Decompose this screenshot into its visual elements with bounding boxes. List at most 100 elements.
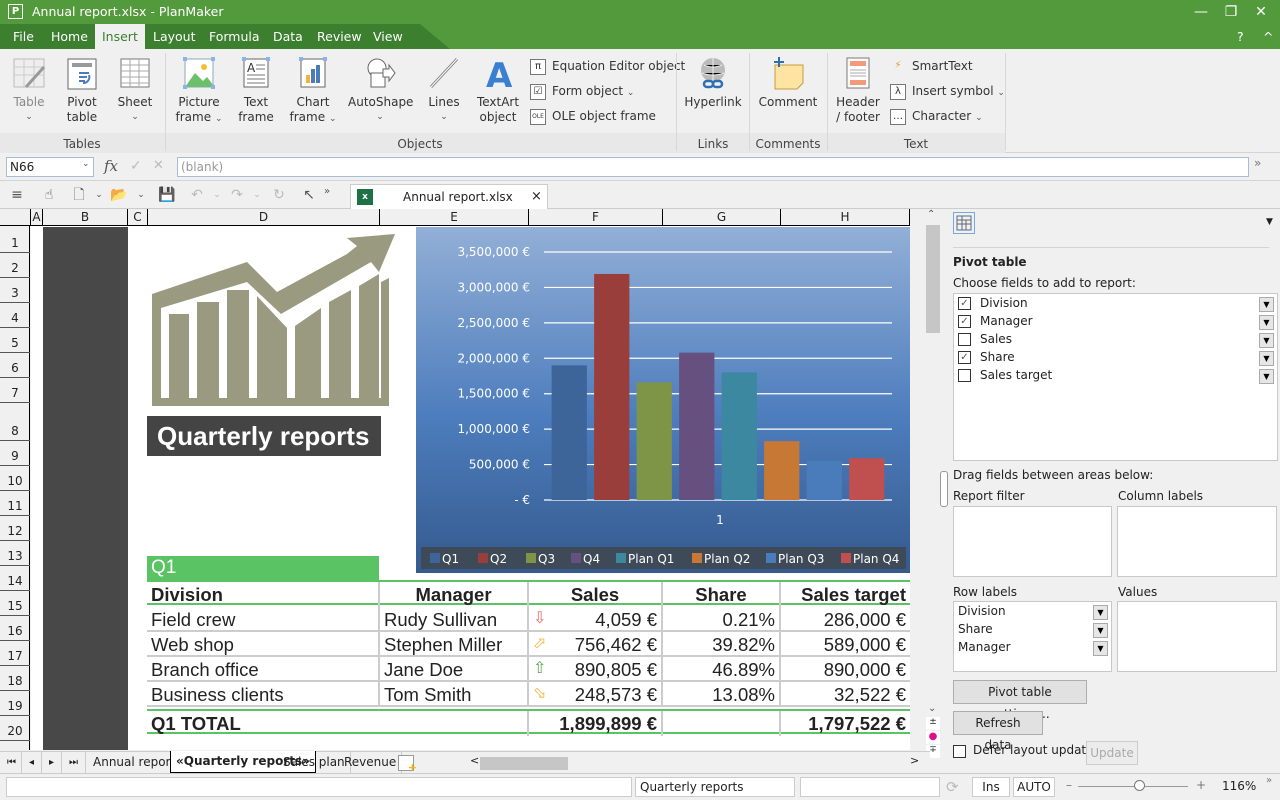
row-label-dropdown-icon[interactable]: ▼	[1093, 623, 1108, 638]
cell-sales-target[interactable]: 32,522 €	[781, 682, 910, 707]
sheet-button[interactable]: Sheet ⌄	[114, 55, 156, 125]
row-header-14[interactable]: 14	[0, 566, 30, 591]
select-pointer-icon[interactable]: ↖	[300, 186, 318, 204]
select-all-corner[interactable]	[0, 209, 31, 226]
next-sheet-button[interactable]: ▸	[42, 752, 62, 773]
cell-sales[interactable]: ⇧ 890,805 €	[529, 657, 663, 682]
field-dropdown-icon[interactable]: ▼	[1259, 333, 1274, 348]
field-dropdown-icon[interactable]: ▼	[1259, 369, 1274, 384]
row-header-10[interactable]: 10	[0, 466, 30, 491]
cell-manager[interactable]: Stephen Miller	[380, 632, 529, 657]
cell-reference-box[interactable]: N66	[6, 157, 94, 177]
cell-share[interactable]: 13.08%	[663, 682, 781, 707]
cell-sales-target[interactable]: 890,000 €	[781, 657, 910, 682]
refresh-data-button[interactable]: Refresh data	[953, 711, 1043, 752]
equation-editor-button[interactable]: π Equation Editor object	[530, 55, 685, 77]
chart-frame-button[interactable]: Chart frame ⌄	[286, 55, 340, 127]
picture-frame-button[interactable]: Picture frame ⌄	[172, 55, 226, 127]
column-header-h[interactable]: H	[781, 209, 910, 226]
row-header-13[interactable]: 13	[0, 541, 30, 566]
touch-mode-icon[interactable]: ☝	[40, 186, 58, 204]
scroll-left-arrow[interactable]: <	[470, 754, 479, 767]
column-labels-area[interactable]	[1117, 506, 1277, 577]
more-icon[interactable]: »	[318, 183, 336, 201]
chevron-down-icon[interactable]: ⌄	[132, 186, 150, 204]
values-area[interactable]	[1117, 601, 1277, 672]
cell-share[interactable]: 46.89%	[663, 657, 781, 682]
panel-collapse-handle[interactable]	[940, 471, 948, 507]
previous-sheet-button[interactable]: ◂	[22, 752, 42, 773]
row-header-2[interactable]: 2	[0, 253, 30, 278]
auto-mode-indicator[interactable]: AUTO	[1013, 777, 1055, 797]
expand-icon[interactable]: »	[1254, 156, 1261, 170]
row-label-item[interactable]: Division ▼	[958, 604, 1108, 622]
chevron-down-icon[interactable]: ⌄	[82, 159, 90, 169]
chevron-down-icon[interactable]: ⌄	[248, 186, 266, 204]
confirm-icon[interactable]: ✓	[130, 158, 142, 174]
cell-sales[interactable]: ⬂ 248,573 €	[529, 682, 663, 707]
tab-file[interactable]: File	[6, 24, 41, 49]
collapse-ribbon-button[interactable]: ^	[1256, 24, 1280, 49]
row-header-16[interactable]: 16	[0, 616, 30, 641]
lines-button[interactable]: Lines ⌄	[422, 55, 466, 125]
close-button[interactable]: ✕	[1246, 2, 1276, 22]
column-header-d[interactable]: D	[148, 209, 380, 226]
row-header-8[interactable]: 8	[0, 403, 30, 441]
cell-division[interactable]: Business clients	[147, 682, 380, 707]
column-header-f[interactable]: F	[529, 209, 663, 226]
comment-button[interactable]: Comment	[756, 55, 820, 110]
recalculate-icon[interactable]: ⟳	[946, 778, 959, 796]
field-checkbox[interactable]	[958, 333, 971, 346]
cell-share[interactable]: 0.21%	[663, 607, 781, 632]
cell-sales-target[interactable]: 286,000 €	[781, 607, 910, 632]
new-document-icon[interactable]: 🗋	[70, 186, 88, 204]
scrollbar-thumb[interactable]	[926, 225, 940, 333]
row-header-15[interactable]: 15	[0, 591, 30, 616]
last-sheet-button[interactable]: ⏭	[62, 752, 86, 773]
smarttext-button[interactable]: ⚡ SmartText	[890, 55, 972, 77]
cell-sales-target[interactable]: 589,000 €	[781, 632, 910, 657]
pivot-field-item[interactable]: Sales target ▼	[958, 368, 1274, 386]
worksheet[interactable]: Report 2017 Quarterly reports - € 500,000…	[31, 226, 910, 750]
zoom-slider-thumb[interactable]	[1133, 780, 1145, 791]
row-label-item[interactable]: Share ▼	[958, 622, 1108, 640]
first-sheet-button[interactable]: ⏮	[2, 752, 22, 773]
cell-manager[interactable]: Rudy Sullivan	[380, 607, 529, 632]
save-icon[interactable]: 💾	[158, 186, 176, 204]
row-label-item[interactable]: Manager ▼	[958, 640, 1108, 658]
panel-menu-dropdown-icon[interactable]: ▼	[1266, 217, 1273, 227]
document-tab[interactable]: x Annual report.xlsx ×	[350, 184, 548, 209]
cell-division[interactable]: Field crew	[147, 607, 380, 632]
header-footer-button[interactable]: Header / footer	[834, 55, 882, 125]
autoshape-button[interactable]: AutoShape ⌄	[348, 55, 413, 125]
row-header-3[interactable]: 3	[0, 278, 30, 303]
field-checkbox[interactable]: ✓	[958, 315, 971, 328]
row-header-6[interactable]: 6	[0, 353, 30, 378]
zoom-in-button[interactable]: +	[1196, 778, 1206, 792]
formula-input[interactable]: (blank)	[177, 157, 1249, 177]
pivot-field-item[interactable]: ✓ Division ▼	[958, 296, 1274, 314]
report-filter-area[interactable]	[953, 506, 1112, 577]
cell-sales[interactable]: ⬀ 756,462 €	[529, 632, 663, 657]
pivot-table-panel-icon[interactable]	[953, 212, 975, 234]
column-header-a[interactable]: A	[31, 209, 43, 226]
help-button[interactable]: ?	[1230, 24, 1251, 49]
row-header-1[interactable]: 1	[0, 226, 30, 253]
scroll-up-arrow[interactable]: ⌃	[927, 209, 935, 220]
vertical-scrollbar[interactable]: ⌃ ⌄ ± ● ∓	[925, 209, 941, 769]
row-header-20[interactable]: 20	[0, 716, 30, 741]
row-header-11[interactable]: 11	[0, 491, 30, 516]
horizontal-scrollbar-thumb[interactable]	[480, 757, 568, 770]
zoom-slider-track[interactable]	[1078, 786, 1188, 787]
tab-data[interactable]: Data	[266, 24, 310, 49]
close-tab-icon[interactable]: ×	[531, 189, 542, 204]
cell-division[interactable]: Branch office	[147, 657, 380, 682]
hyperlink-button[interactable]: Hyperlink	[684, 55, 742, 110]
row-header-12[interactable]: 12	[0, 516, 30, 541]
update-button[interactable]: Update	[1086, 741, 1138, 765]
undo-icon[interactable]: ↶	[188, 186, 206, 204]
character-button[interactable]: … Character ⌄	[890, 105, 983, 127]
repeat-icon[interactable]: ↻	[270, 186, 288, 204]
menu-icon[interactable]: ≡	[8, 186, 26, 204]
tab-home[interactable]: Home	[44, 24, 95, 49]
